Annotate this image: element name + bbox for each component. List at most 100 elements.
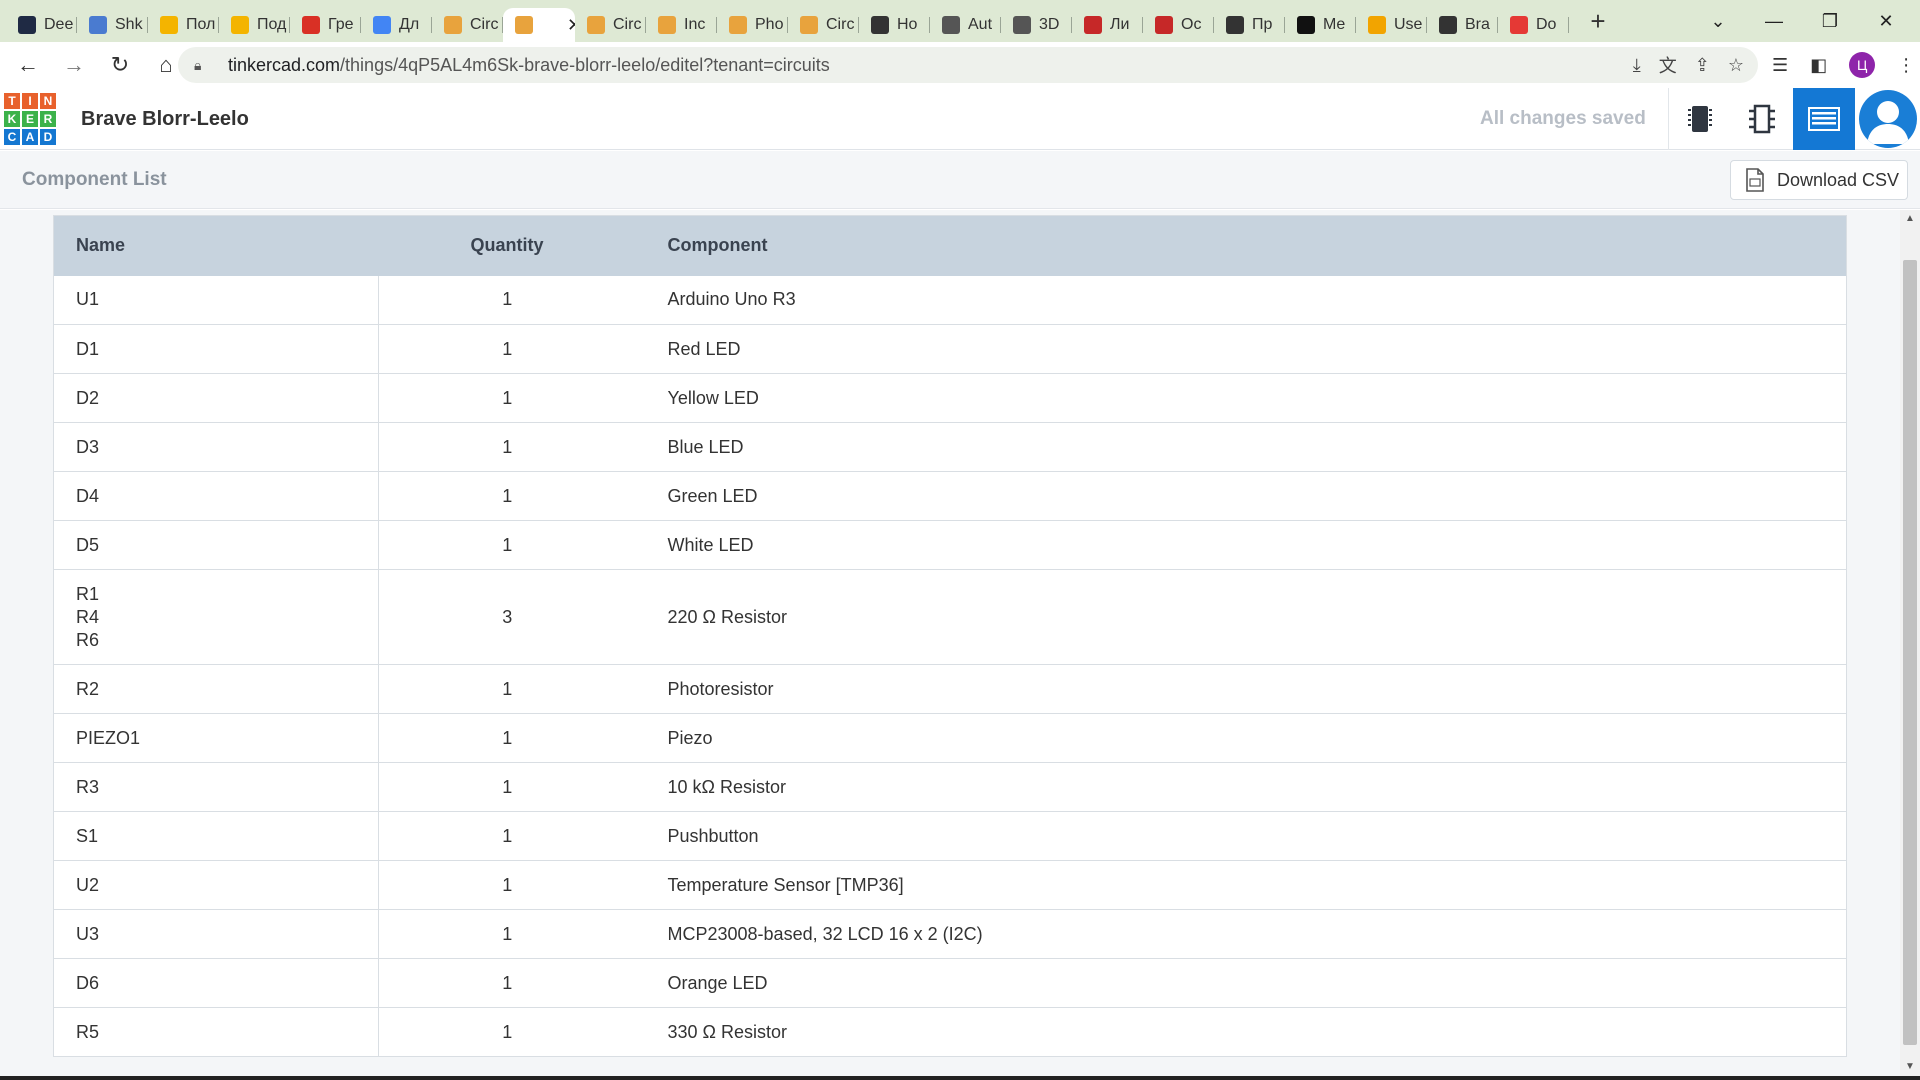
table-row[interactable]: D1 1 Red LED <box>53 324 1847 374</box>
scrollbar-thumb[interactable] <box>1903 260 1917 1045</box>
component-name-cell: R1 R4 R6 <box>53 569 379 665</box>
browser-tab[interactable]: Dee <box>6 8 77 42</box>
scroll-down-arrow-icon[interactable]: ▼ <box>1900 1058 1920 1076</box>
column-header-quantity[interactable]: Quantity <box>378 215 636 276</box>
table-row[interactable]: U1 1 Arduino Uno R3 <box>53 275 1847 325</box>
browser-tab[interactable]: Shk <box>77 8 148 42</box>
vertical-scrollbar[interactable]: ▲ ▼ <box>1900 210 1920 1076</box>
new-tab-icon[interactable]: + <box>1583 6 1613 37</box>
component-list-view-button[interactable] <box>1793 88 1855 150</box>
design-title[interactable]: Brave Blorr-Leelo <box>81 88 249 150</box>
scroll-up-arrow-icon[interactable]: ▲ <box>1900 210 1920 228</box>
table-row[interactable]: D3 1 Blue LED <box>53 422 1847 472</box>
browser-tab-label: Shk <box>115 16 143 33</box>
lock-icon[interactable]: 🔒︎ <box>194 57 214 74</box>
component-designator: D4 <box>76 485 100 506</box>
browser-tab[interactable]: Inc <box>646 8 717 42</box>
logo-letter: I <box>21 92 39 110</box>
table-row[interactable]: PIEZO1 1 Piezo <box>53 713 1847 763</box>
browser-menu-icon[interactable]: ⋮ <box>1897 55 1915 76</box>
globe-icon <box>1439 16 1457 34</box>
table-row[interactable]: D5 1 White LED <box>53 520 1847 570</box>
table-row[interactable]: R5 1 330 Ω Resistor <box>53 1007 1847 1057</box>
browser-tab[interactable]: Bra <box>1427 8 1498 42</box>
component-type-cell: Red LED <box>635 324 1847 374</box>
forward-arrow-icon[interactable]: → <box>54 45 94 85</box>
circuit-view-button[interactable] <box>1669 88 1731 150</box>
schematic-view-button[interactable] <box>1731 88 1793 150</box>
component-designator: D6 <box>76 972 100 993</box>
component-type-cell: Orange LED <box>635 958 1847 1008</box>
address-bar[interactable]: 🔒︎ tinkercad.com/things/4qP5AL4m6Sk-brav… <box>178 47 1758 83</box>
wikipedia-icon <box>1297 16 1315 34</box>
browser-tab[interactable]: Гре <box>290 8 361 42</box>
back-arrow-icon[interactable]: ← <box>8 45 48 85</box>
tinkercad-icon <box>444 16 462 34</box>
component-name-cell: D2 <box>53 373 379 423</box>
component-quantity-cell: 1 <box>378 860 636 910</box>
browser-tab-label: Гре <box>328 16 354 33</box>
browser-tab-label: 3D <box>1039 16 1060 33</box>
table-row[interactable]: U2 1 Temperature Sensor [TMP36] <box>53 860 1847 910</box>
browser-tab[interactable]: Ос <box>1143 8 1214 42</box>
table-row[interactable]: U3 1 MCP23008-based, 32 LCD 16 x 2 (I2C) <box>53 909 1847 959</box>
table-row[interactable]: D6 1 Orange LED <box>53 958 1847 1008</box>
table-row[interactable]: D2 1 Yellow LED <box>53 373 1847 423</box>
translate-icon[interactable]: 文 <box>1659 52 1677 78</box>
browser-tab[interactable]: Ho <box>859 8 930 42</box>
table-row[interactable]: R2 1 Photoresistor <box>53 664 1847 714</box>
browser-tab[interactable]: Do <box>1498 8 1569 42</box>
reading-list-icon[interactable]: ☰ <box>1772 55 1788 76</box>
browser-tab[interactable]: Pho <box>717 8 788 42</box>
column-header-component[interactable]: Component <box>635 215 1847 276</box>
tab-search-chevron-icon[interactable]: ⌄ <box>1690 0 1746 42</box>
table-row[interactable]: R3 1 10 kΩ Resistor <box>53 762 1847 812</box>
reload-icon[interactable]: ↻ <box>100 45 140 85</box>
minimize-button[interactable]: — <box>1746 0 1802 42</box>
component-designator: R2 <box>76 678 100 699</box>
browser-tab[interactable]: Ли <box>1072 8 1143 42</box>
logo-letter: R <box>39 110 57 128</box>
browser-tab-label: Ли <box>1110 16 1130 33</box>
browser-tab-label: Pho <box>755 16 784 33</box>
bookmark-star-icon[interactable]: ☆ <box>1728 55 1744 76</box>
browser-tab[interactable]: Circ <box>575 8 646 42</box>
table-row[interactable]: D4 1 Green LED <box>53 471 1847 521</box>
browser-tab-label: Inc <box>684 16 706 33</box>
download-csv-button[interactable]: Download CSV <box>1730 160 1908 200</box>
browser-tab[interactable]: Дл <box>361 8 432 42</box>
close-tab-icon[interactable]: ✕ <box>567 15 575 36</box>
browser-tab-label: Do <box>1536 16 1557 33</box>
install-app-icon[interactable]: ⤓ <box>1633 55 1641 76</box>
component-quantity-cell: 1 <box>378 958 636 1008</box>
table-row[interactable]: S1 1 Pushbutton <box>53 811 1847 861</box>
component-name-cell: R5 <box>53 1007 379 1057</box>
component-name-cell: U3 <box>53 909 379 959</box>
browser-tab[interactable]: Пр <box>1214 8 1285 42</box>
browser-tab[interactable]: Пол <box>148 8 219 42</box>
tinkercad-logo[interactable]: TINKERCAD <box>3 92 57 146</box>
restore-button[interactable]: ❐ <box>1802 0 1858 42</box>
browser-tab[interactable]: Circ <box>432 8 503 42</box>
browser-tab[interactable]: Use <box>1356 8 1427 42</box>
user-avatar[interactable] <box>1859 90 1917 148</box>
table-row[interactable]: R1 R4 R6 3 220 Ω Resistor <box>53 569 1847 665</box>
side-panel-icon[interactable]: ◧ <box>1810 55 1827 76</box>
browser-tab[interactable]: ✕ <box>503 8 575 42</box>
tinkercad-icon <box>587 16 605 34</box>
component-name-cell: R3 <box>53 762 379 812</box>
browser-tab[interactable]: Aut <box>930 8 1001 42</box>
browser-tab[interactable]: 3D <box>1001 8 1072 42</box>
browser-tab[interactable]: Me <box>1285 8 1356 42</box>
profile-avatar[interactable]: Ц <box>1849 52 1876 78</box>
browser-tab[interactable]: Под <box>219 8 290 42</box>
component-quantity-cell: 1 <box>378 471 636 521</box>
column-header-name[interactable]: Name <box>53 215 379 276</box>
component-name-cell: D3 <box>53 422 379 472</box>
component-name-cell: S1 <box>53 811 379 861</box>
app-header: TINKERCAD Brave Blorr-Leelo All changes … <box>0 88 1920 150</box>
component-quantity-cell: 1 <box>378 762 636 812</box>
close-window-button[interactable]: ✕ <box>1858 0 1914 42</box>
share-icon[interactable]: ⇪ <box>1695 55 1710 76</box>
browser-tab[interactable]: Circ <box>788 8 859 42</box>
